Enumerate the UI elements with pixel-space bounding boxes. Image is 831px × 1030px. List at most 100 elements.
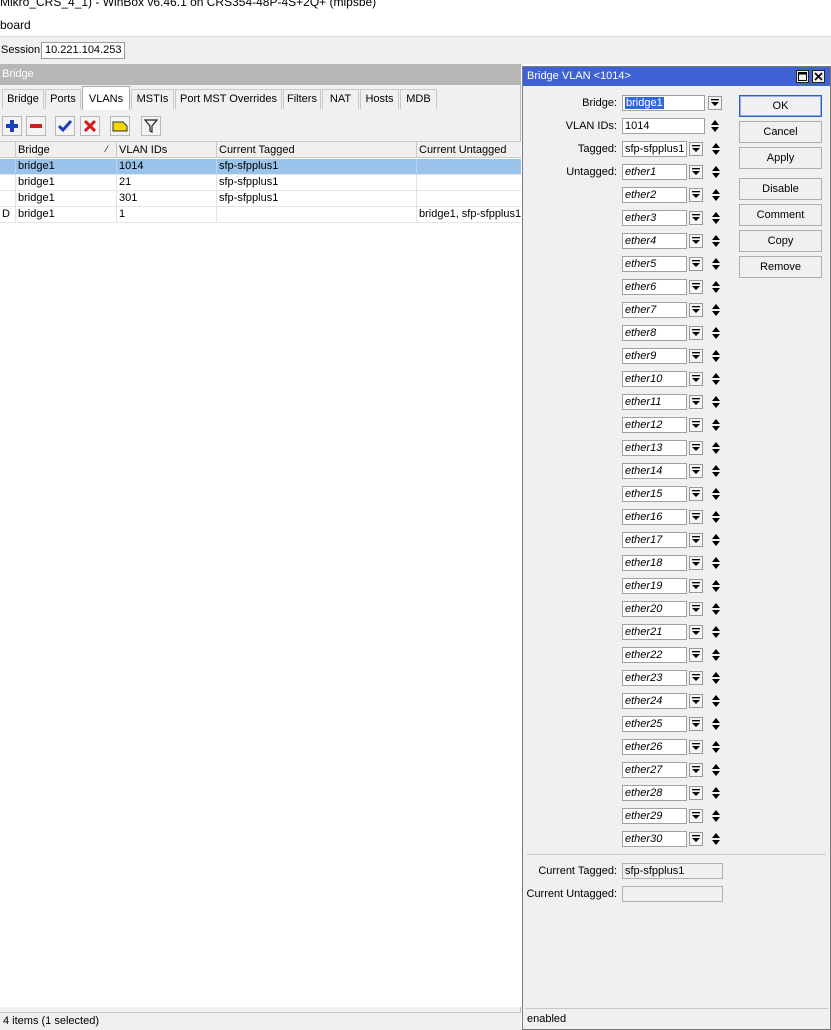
column-header-current-untagged[interactable]: Current Untagged	[417, 142, 521, 158]
remove-button[interactable]	[26, 116, 46, 136]
untagged-interface-select[interactable]: ether28	[622, 785, 687, 801]
untagged-dropdown-button[interactable]	[689, 832, 703, 846]
untagged-updown-button[interactable]	[710, 279, 722, 295]
untagged-dropdown-button[interactable]	[689, 763, 703, 777]
untagged-updown-button[interactable]	[710, 302, 722, 318]
untagged-interface-select[interactable]: ether17	[622, 532, 687, 548]
untagged-interface-select[interactable]: ether24	[622, 693, 687, 709]
untagged-updown-button[interactable]	[710, 647, 722, 663]
untagged-updown-button[interactable]	[710, 463, 722, 479]
untagged-updown-button[interactable]	[710, 716, 722, 732]
untagged-updown-button[interactable]	[710, 762, 722, 778]
cancel-button[interactable]: Cancel	[739, 121, 822, 143]
untagged-dropdown-button[interactable]	[689, 648, 703, 662]
untagged-interface-select[interactable]: ether7	[622, 302, 687, 318]
vlan-ids-field[interactable]: 1014	[622, 118, 705, 134]
tab-mdb[interactable]: MDB	[400, 89, 437, 109]
untagged-interface-select[interactable]: ether14	[622, 463, 687, 479]
untagged-dropdown-button[interactable]	[689, 165, 703, 179]
untagged-dropdown-button[interactable]	[689, 211, 703, 225]
untagged-dropdown-button[interactable]	[689, 395, 703, 409]
bridge-dropdown-button[interactable]	[708, 96, 722, 110]
untagged-interface-select[interactable]: ether12	[622, 417, 687, 433]
tagged-select[interactable]: sfp-sfpplus1	[622, 141, 687, 157]
untagged-interface-select[interactable]: ether22	[622, 647, 687, 663]
untagged-updown-button[interactable]	[710, 187, 722, 203]
untagged-dropdown-button[interactable]	[689, 418, 703, 432]
disable-button[interactable]	[80, 116, 100, 136]
tab-port-mst-overrides[interactable]: Port MST Overrides	[175, 89, 282, 109]
untagged-updown-button[interactable]	[710, 417, 722, 433]
untagged-updown-button[interactable]	[710, 555, 722, 571]
untagged-interface-select[interactable]: ether10	[622, 371, 687, 387]
untagged-interface-select[interactable]: ether16	[622, 509, 687, 525]
table-row[interactable]: D bridge1 1 bridge1, sfp-sfpplus1	[0, 207, 521, 223]
untagged-updown-button[interactable]	[710, 486, 722, 502]
table-row[interactable]: bridge1 301 sfp-sfpplus1	[0, 191, 521, 207]
untagged-updown-button[interactable]	[710, 371, 722, 387]
untagged-interface-select[interactable]: ether23	[622, 670, 687, 686]
untagged-interface-select[interactable]: ether1	[622, 164, 687, 180]
untagged-dropdown-button[interactable]	[689, 625, 703, 639]
untagged-dropdown-button[interactable]	[689, 349, 703, 363]
tab-bridge[interactable]: Bridge	[2, 89, 44, 109]
remove-button[interactable]: Remove	[739, 256, 822, 278]
untagged-dropdown-button[interactable]	[689, 372, 703, 386]
untagged-interface-select[interactable]: ether4	[622, 233, 687, 249]
column-header-bridge[interactable]: Bridge	[16, 142, 117, 158]
untagged-dropdown-button[interactable]	[689, 533, 703, 547]
untagged-dropdown-button[interactable]	[689, 487, 703, 501]
untagged-interface-select[interactable]: ether8	[622, 325, 687, 341]
untagged-dropdown-button[interactable]	[689, 234, 703, 248]
untagged-interface-select[interactable]: ether11	[622, 394, 687, 410]
maximize-button[interactable]	[796, 70, 809, 83]
untagged-dropdown-button[interactable]	[689, 510, 703, 524]
untagged-updown-button[interactable]	[710, 394, 722, 410]
comment-button[interactable]: Comment	[739, 204, 822, 226]
untagged-dropdown-button[interactable]	[689, 809, 703, 823]
tab-vlans[interactable]: VLANs	[82, 86, 130, 110]
untagged-dropdown-button[interactable]	[689, 556, 703, 570]
untagged-dropdown-button[interactable]	[689, 786, 703, 800]
untagged-dropdown-button[interactable]	[689, 694, 703, 708]
tab-filters[interactable]: Filters	[283, 89, 321, 109]
untagged-dropdown-button[interactable]	[689, 257, 703, 271]
close-button[interactable]	[812, 70, 825, 83]
add-button[interactable]	[2, 116, 22, 136]
untagged-interface-select[interactable]: ether20	[622, 601, 687, 617]
tab-mstis[interactable]: MSTIs	[131, 89, 174, 109]
column-header-vlan-ids[interactable]: VLAN IDs	[117, 142, 217, 158]
untagged-interface-select[interactable]: ether27	[622, 762, 687, 778]
untagged-interface-select[interactable]: ether13	[622, 440, 687, 456]
untagged-interface-select[interactable]: ether2	[622, 187, 687, 203]
tagged-updown-button[interactable]	[710, 141, 722, 157]
untagged-updown-button[interactable]	[710, 578, 722, 594]
untagged-interface-select[interactable]: ether9	[622, 348, 687, 364]
untagged-updown-button[interactable]	[710, 693, 722, 709]
untagged-interface-select[interactable]: ether29	[622, 808, 687, 824]
untagged-updown-button[interactable]	[710, 164, 722, 180]
vlan-ids-updown-button[interactable]	[709, 118, 721, 134]
untagged-dropdown-button[interactable]	[689, 464, 703, 478]
untagged-interface-select[interactable]: ether19	[622, 578, 687, 594]
untagged-dropdown-button[interactable]	[689, 188, 703, 202]
disable-button[interactable]: Disable	[739, 178, 822, 200]
untagged-interface-select[interactable]: ether15	[622, 486, 687, 502]
session-field[interactable]: 10.221.104.253	[41, 42, 126, 59]
untagged-updown-button[interactable]	[710, 440, 722, 456]
untagged-dropdown-button[interactable]	[689, 671, 703, 685]
comment-button[interactable]	[110, 116, 130, 136]
column-header-current-tagged[interactable]: Current Tagged	[217, 142, 417, 158]
untagged-updown-button[interactable]	[710, 624, 722, 640]
menu-dashboard[interactable]: board	[0, 14, 831, 36]
untagged-updown-button[interactable]	[710, 325, 722, 341]
copy-button[interactable]: Copy	[739, 230, 822, 252]
apply-button[interactable]: Apply	[739, 147, 822, 169]
untagged-updown-button[interactable]	[710, 532, 722, 548]
table-row[interactable]: bridge1 1014 sfp-sfpplus1	[0, 159, 521, 175]
untagged-updown-button[interactable]	[710, 808, 722, 824]
untagged-dropdown-button[interactable]	[689, 602, 703, 616]
untagged-interface-select[interactable]: ether18	[622, 555, 687, 571]
filter-button[interactable]	[141, 116, 161, 136]
untagged-updown-button[interactable]	[710, 785, 722, 801]
